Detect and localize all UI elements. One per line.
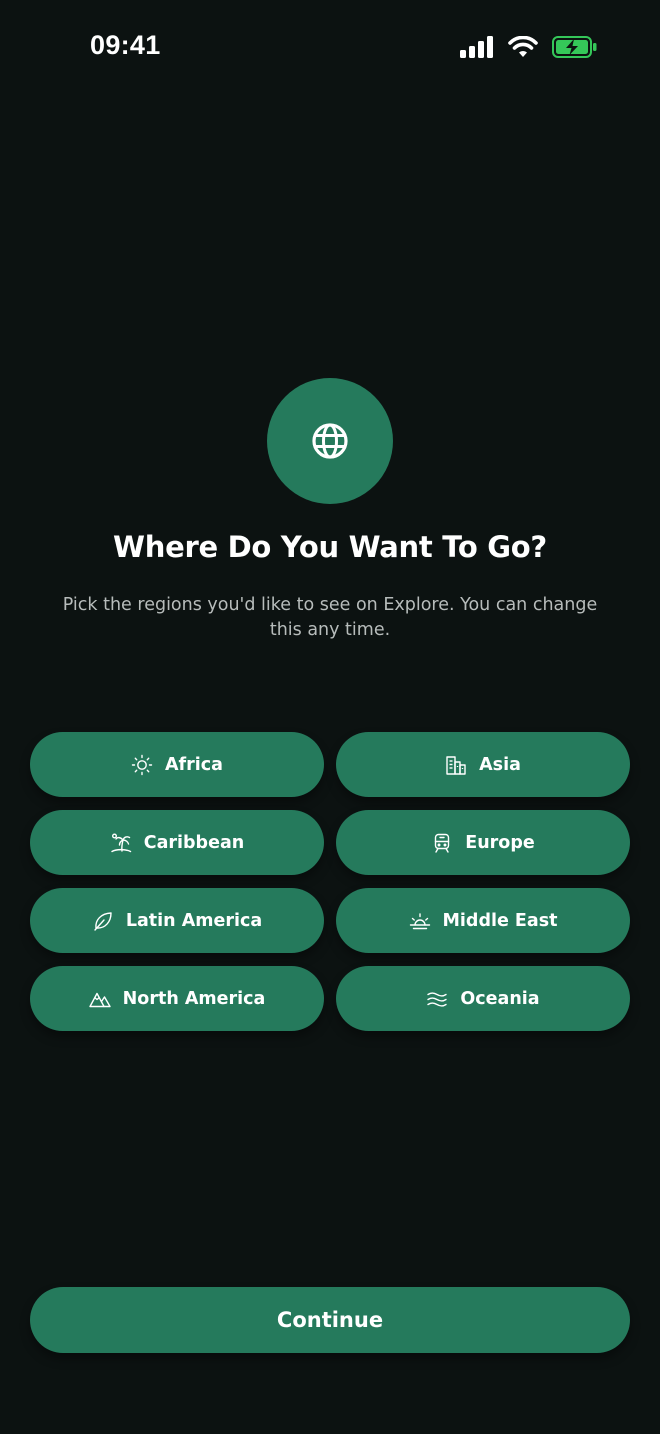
- status-time: 09:41: [90, 30, 161, 60]
- globe-icon: [311, 422, 349, 460]
- battery-charging-icon: [552, 36, 598, 58]
- region-label: Oceania: [460, 988, 540, 1009]
- waves-icon: [426, 988, 448, 1010]
- region-label: North America: [122, 988, 266, 1009]
- page-title: Where Do You Want To Go?: [113, 530, 547, 564]
- page-subtitle: Pick the regions you'd like to see on Ex…: [62, 595, 598, 640]
- region-chip-asia[interactable]: Asia: [336, 732, 630, 797]
- globe-badge: [267, 378, 393, 504]
- region-label: Asia: [479, 754, 521, 775]
- sunrise-icon: [409, 910, 431, 932]
- region-label: Middle East: [442, 910, 558, 931]
- region-label: Caribbean: [143, 832, 245, 853]
- region-chip-africa[interactable]: Africa: [30, 732, 324, 797]
- leaf-icon: [92, 910, 114, 932]
- status-icons: [460, 35, 598, 58]
- train-icon: [431, 832, 453, 854]
- region-label: Africa: [165, 754, 223, 775]
- status-bar: 09:41: [0, 0, 660, 96]
- continue-button[interactable]: Continue: [30, 1287, 630, 1353]
- region-grid: Africa Asia Caribbean Europe Latin Ameri…: [30, 732, 630, 1031]
- region-label: Latin America: [125, 910, 263, 931]
- wifi-icon: [508, 35, 538, 58]
- cellular-signal-icon: [460, 36, 494, 58]
- buildings-icon: [445, 754, 467, 776]
- region-chip-middle-east[interactable]: Middle East: [336, 888, 630, 953]
- region-chip-north-america[interactable]: North America: [30, 966, 324, 1031]
- region-chip-caribbean[interactable]: Caribbean: [30, 810, 324, 875]
- region-chip-europe[interactable]: Europe: [336, 810, 630, 875]
- sun-icon: [131, 754, 153, 776]
- mountains-icon: [88, 988, 111, 1010]
- region-chip-oceania[interactable]: Oceania: [336, 966, 630, 1031]
- region-chip-latin-america[interactable]: Latin America: [30, 888, 324, 953]
- region-label: Europe: [465, 832, 535, 853]
- palm-tree-icon: [110, 832, 132, 854]
